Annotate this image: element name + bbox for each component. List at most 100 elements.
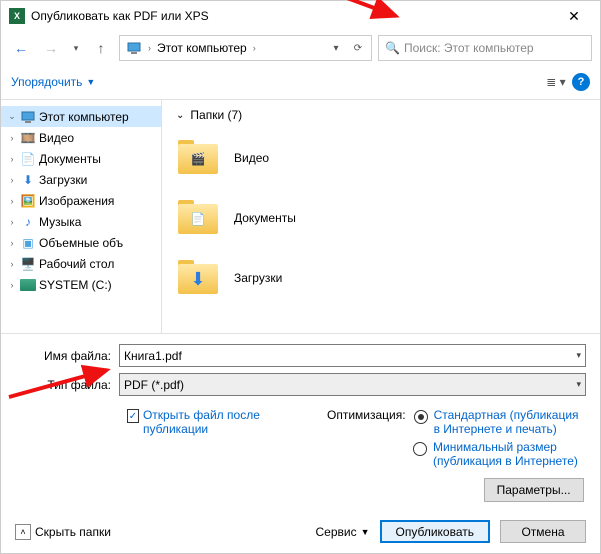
chevron-down-icon[interactable]: ▾ <box>576 350 581 361</box>
folders-header-label: Папки (7) <box>190 108 242 122</box>
folder-list: ⌄ Папки (7) 🎬 Видео 📄 Документы ⬇ Загруз… <box>162 100 600 333</box>
nav-back-button[interactable]: ← <box>9 36 33 60</box>
open-after-checkbox[interactable]: ✓ Открыть файл после публикации <box>127 408 297 502</box>
publish-label: Опубликовать <box>396 525 474 539</box>
tree-item-videos[interactable]: ›🎞️Видео <box>1 127 161 148</box>
tree-item-label: Видео <box>39 131 74 145</box>
chevron-right-icon: › <box>251 43 258 53</box>
publish-button[interactable]: Опубликовать <box>380 520 490 543</box>
tree-item-music[interactable]: ›♪Музыка <box>1 211 161 232</box>
tree-item-downloads[interactable]: ›⬇Загрузки <box>1 169 161 190</box>
video-overlay-icon: 🎬 <box>188 150 208 168</box>
filename-label: Имя файла: <box>15 349 111 363</box>
organize-label: Упорядочить <box>11 75 82 89</box>
cancel-button[interactable]: Отмена <box>500 520 586 543</box>
chevron-down-icon: ⌄ <box>176 110 184 121</box>
filename-input[interactable]: Книга1.pdf ▾ <box>119 344 586 367</box>
radio-standard[interactable] <box>414 410 428 424</box>
tree-item-drive-c[interactable]: › SYSTEM (C:) <box>1 274 161 295</box>
picture-icon: 🖼️ <box>20 193 36 209</box>
desktop-icon: 🖥️ <box>20 256 36 272</box>
music-icon: ♪ <box>20 214 36 230</box>
tools-label: Сервис <box>316 525 357 539</box>
folder-label: Документы <box>234 211 296 225</box>
cube-icon: ▣ <box>20 235 36 251</box>
address-dropdown-button[interactable]: ▾ <box>325 37 347 59</box>
tree-item-3d-objects[interactable]: ›▣Объемные объ <box>1 232 161 253</box>
close-button[interactable]: ✕ <box>552 2 596 30</box>
filetype-value: PDF (*.pdf) <box>124 378 184 392</box>
nav-up-button[interactable]: ↑ <box>89 36 113 60</box>
open-after-label: Открыть файл после публикации <box>143 408 297 436</box>
tree-item-label: Рабочий стол <box>39 257 114 271</box>
folder-icon: ⬇ <box>176 258 220 298</box>
chevron-down-icon: ▼ <box>361 527 370 537</box>
chevron-right-icon: › <box>7 133 17 143</box>
chevron-right-icon: › <box>7 196 17 206</box>
tree-item-label: Этот компьютер <box>39 110 129 124</box>
navbar: ← → ▾ ↑ › Этот компьютер › ▾ ⟳ 🔍 Поиск: … <box>1 31 600 65</box>
download-icon: ⬇ <box>20 172 36 188</box>
folder-item-videos[interactable]: 🎬 Видео <box>176 130 586 186</box>
filetype-select[interactable]: PDF (*.pdf) ▾ <box>119 373 586 396</box>
chevron-right-icon: › <box>7 280 17 290</box>
chevron-down-icon[interactable]: ▾ <box>576 379 581 390</box>
address-bar[interactable]: › Этот компьютер › ▾ ⟳ <box>119 35 372 61</box>
view-options-button[interactable]: ≣ ▾ <box>544 70 568 94</box>
radio-standard-label: Стандартная (публикация в Интернете и пе… <box>434 408 584 436</box>
tree-item-label: SYSTEM (C:) <box>39 278 112 292</box>
tree-item-pictures[interactable]: ›🖼️Изображения <box>1 190 161 211</box>
hide-folders-button[interactable]: ˄ Скрыть папки <box>15 524 111 540</box>
hide-folders-label: Скрыть папки <box>35 525 111 539</box>
folder-item-downloads[interactable]: ⬇ Загрузки <box>176 250 586 306</box>
cancel-label: Отмена <box>521 525 564 539</box>
search-icon: 🔍 <box>385 41 400 55</box>
window-title: Опубликовать как PDF или XPS <box>31 9 552 23</box>
chevron-down-icon: ▼ <box>86 77 95 87</box>
download-overlay-icon: ⬇ <box>188 270 208 288</box>
search-input[interactable]: 🔍 Поиск: Этот компьютер <box>378 35 592 61</box>
folders-header[interactable]: ⌄ Папки (7) <box>176 108 586 122</box>
radio-minimal-label: Минимальный размер (публикация в Интерне… <box>433 440 583 468</box>
chevron-right-icon: › <box>7 217 17 227</box>
search-placeholder: Поиск: Этот компьютер <box>404 41 534 55</box>
nav-tree: ⌄ Этот компьютер ›🎞️Видео ›📄Документы ›⬇… <box>1 100 162 333</box>
filename-value: Книга1.pdf <box>124 349 182 363</box>
breadcrumb[interactable]: Этот компьютер <box>153 41 251 55</box>
chevron-right-icon: › <box>7 154 17 164</box>
chevron-right-icon: › <box>7 175 17 185</box>
refresh-button[interactable]: ⟳ <box>347 37 369 59</box>
tree-item-desktop[interactable]: ›🖥️Рабочий стол <box>1 253 161 274</box>
tree-item-this-pc[interactable]: ⌄ Этот компьютер <box>1 106 161 127</box>
folder-label: Загрузки <box>234 271 282 285</box>
params-button[interactable]: Параметры... <box>484 478 584 502</box>
folder-item-documents[interactable]: 📄 Документы <box>176 190 586 246</box>
drive-icon <box>20 277 36 293</box>
pc-icon <box>126 40 142 56</box>
tree-item-documents[interactable]: ›📄Документы <box>1 148 161 169</box>
video-icon: 🎞️ <box>20 130 36 146</box>
radio-minimal[interactable] <box>413 442 427 456</box>
excel-icon: X <box>9 8 25 24</box>
chevron-right-icon: › <box>7 238 17 248</box>
folder-icon: 📄 <box>176 198 220 238</box>
tools-menu[interactable]: Сервис ▼ <box>316 525 370 539</box>
document-overlay-icon: 📄 <box>188 210 208 228</box>
chevron-right-icon: › <box>146 43 153 53</box>
pc-icon <box>20 109 36 125</box>
nav-forward-button: → <box>39 36 63 60</box>
organize-menu[interactable]: Упорядочить ▼ <box>11 75 95 89</box>
chevron-up-icon: ˄ <box>15 524 31 540</box>
tree-item-label: Музыка <box>39 215 81 229</box>
folder-icon: 🎬 <box>176 138 220 178</box>
checkbox-icon: ✓ <box>127 409 139 423</box>
folder-label: Видео <box>234 151 269 165</box>
nav-history-dropdown[interactable]: ▾ <box>69 43 83 54</box>
params-label: Параметры... <box>497 483 571 497</box>
help-button[interactable]: ? <box>572 73 590 91</box>
optimize-label: Оптимизация: <box>327 408 406 422</box>
tree-item-label: Документы <box>39 152 101 166</box>
chevron-down-icon: ⌄ <box>7 111 17 122</box>
document-icon: 📄 <box>20 151 36 167</box>
tree-item-label: Объемные объ <box>39 236 123 250</box>
